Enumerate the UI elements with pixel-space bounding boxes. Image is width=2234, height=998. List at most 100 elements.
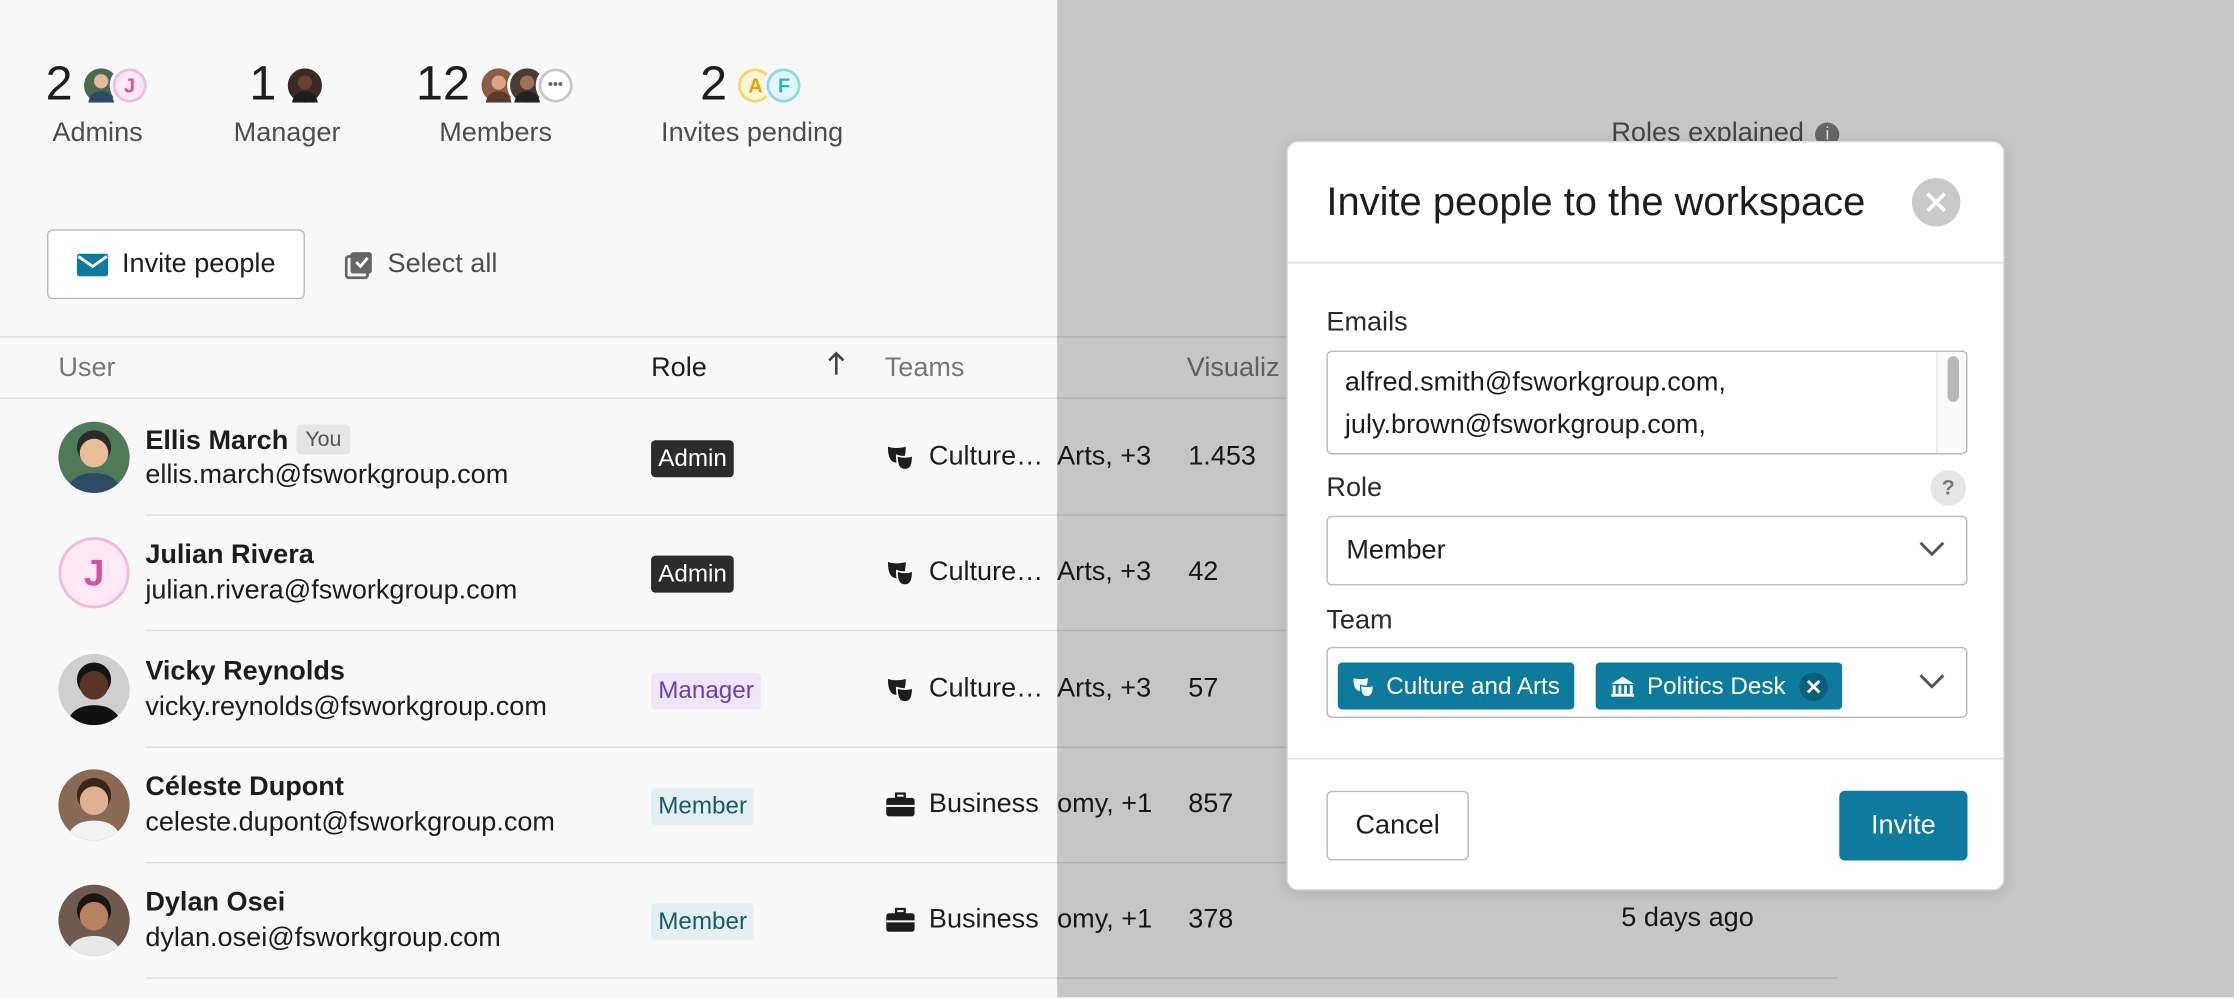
user-email: celeste.dupont@fsworkgroup.com xyxy=(145,807,555,838)
you-badge: You xyxy=(296,424,350,455)
team-label: Team xyxy=(1326,605,1393,636)
user-email: dylan.osei@fsworkgroup.com xyxy=(145,923,501,954)
user-name-text: Dylan Osei xyxy=(145,887,286,918)
stat-count: 1 xyxy=(249,56,277,112)
select-all-label: Select all xyxy=(387,248,498,279)
column-teams[interactable]: Teams xyxy=(885,338,965,401)
invite-people-label: Invite people xyxy=(121,248,276,279)
team-cell[interactable]: Culture… xyxy=(886,673,1043,704)
user-name-text: Vicky Reynolds xyxy=(145,656,345,687)
team-cell[interactable]: Culture… xyxy=(886,557,1043,588)
user-name-text: Julian Rivera xyxy=(145,540,314,571)
more-icon: ••• xyxy=(535,64,576,105)
role-select-value: Member xyxy=(1346,535,1446,566)
user-name: Céleste Dupont xyxy=(145,772,344,803)
workspace-users-page: 2 J Admins 1 Manager 12 ••• Members 2 A … xyxy=(0,0,2234,998)
theater-masks-icon xyxy=(887,562,914,587)
user-name: Ellis March You xyxy=(145,424,350,458)
user-name: Julian Rivera xyxy=(145,540,314,571)
modal-title: Invite people to the workspace xyxy=(1326,179,1866,224)
avatar: F xyxy=(764,64,805,105)
team-name: Culture… xyxy=(928,673,1044,704)
briefcase-icon xyxy=(886,908,915,933)
chip-label: Culture and Arts xyxy=(1386,671,1560,699)
column-role[interactable]: Role xyxy=(651,338,707,401)
stat-count: 12 xyxy=(416,56,470,112)
avatar xyxy=(58,421,130,493)
close-icon xyxy=(1926,192,1947,213)
team-name: Culture… xyxy=(928,441,1044,472)
user-email: julian.rivera@fsworkgroup.com xyxy=(145,576,518,606)
stat-managers[interactable]: 1 Manager xyxy=(234,57,341,150)
emails-field[interactable]: alfred.smith@fsworkgroup.com, july.brown… xyxy=(1326,350,1968,455)
emails-label: Emails xyxy=(1326,307,1408,338)
stat-label: Admins xyxy=(52,118,143,149)
email-entry: july.brown@fsworkgroup.com, xyxy=(1344,410,1706,441)
theater-masks-icon xyxy=(1353,677,1375,697)
role-badge: Member xyxy=(651,903,755,941)
column-user[interactable]: User xyxy=(58,338,115,401)
avatar: J xyxy=(58,537,130,609)
stat-admins[interactable]: 2 J Admins xyxy=(46,57,150,150)
stat-count: 2 xyxy=(45,56,73,112)
team-cell[interactable]: Business xyxy=(886,789,1039,820)
close-button[interactable] xyxy=(1911,178,1961,227)
divider xyxy=(1287,757,2004,760)
user-name-text: Ellis March xyxy=(145,425,289,456)
team-chip-culture-and-arts: Culture and Arts xyxy=(1337,662,1575,710)
avatar-stack xyxy=(284,64,325,105)
stat-label: Manager xyxy=(233,118,341,149)
briefcase-icon xyxy=(886,792,915,817)
role-badge: Admin xyxy=(651,440,734,478)
role-badge: Member xyxy=(651,787,755,825)
team-name: Business xyxy=(928,904,1039,935)
team-chip-politics-desk: Politics Desk xyxy=(1595,662,1843,710)
team-select[interactable]: Culture and Arts Politics Desk xyxy=(1326,646,1968,719)
team-cell[interactable]: Business xyxy=(886,905,1039,936)
user-email: ellis.march@fsworkgroup.com xyxy=(145,460,509,491)
mail-icon xyxy=(76,252,108,276)
user-name: Dylan Osei xyxy=(145,888,285,919)
role-select[interactable]: Member xyxy=(1326,515,1968,586)
invite-modal: Invite people to the workspace Emails al… xyxy=(1286,141,2005,891)
stat-label: Members xyxy=(439,118,553,149)
stat-count: 2 xyxy=(700,56,728,112)
chip-label: Politics Desk xyxy=(1646,671,1786,699)
team-name: Culture… xyxy=(928,557,1044,588)
help-icon[interactable]: ? xyxy=(1930,470,1967,506)
cancel-button[interactable]: Cancel xyxy=(1326,790,1469,861)
capitol-icon xyxy=(1611,676,1635,696)
stat-label: Invites pending xyxy=(661,118,844,149)
avatar xyxy=(58,769,130,841)
checkbox-icon xyxy=(344,251,372,279)
role-badge: Admin xyxy=(651,556,734,594)
team-cell[interactable]: Culture… xyxy=(886,442,1043,473)
theater-masks-icon xyxy=(887,446,914,471)
avatar-stack: J xyxy=(81,64,150,105)
divider xyxy=(1287,262,2004,264)
avatar: J xyxy=(109,64,150,105)
email-entry: alfred.smith@fsworkgroup.com, xyxy=(1344,367,1726,398)
team-name: Business xyxy=(928,789,1039,820)
avatar-stack: A F xyxy=(735,64,805,105)
stat-invites-pending[interactable]: 2 A F Invites pending xyxy=(661,57,843,150)
invite-people-button[interactable]: Invite people xyxy=(47,229,305,300)
sort-arrow-icon[interactable] xyxy=(826,338,846,401)
role-label: Role xyxy=(1326,473,1383,503)
scrollbar[interactable] xyxy=(1936,351,1967,454)
scrollbar-thumb[interactable] xyxy=(1947,356,1959,402)
stat-members[interactable]: 12 ••• Members xyxy=(416,56,576,150)
chip-remove-button[interactable] xyxy=(1799,671,1829,701)
invite-button[interactable]: Invite xyxy=(1839,790,1968,861)
chevron-down-icon xyxy=(1919,541,1945,557)
chevron-down-icon[interactable] xyxy=(1918,671,1946,691)
role-badge: Manager xyxy=(651,671,761,709)
theater-masks-icon xyxy=(887,678,914,703)
avatar xyxy=(58,885,130,957)
select-all-button[interactable]: Select all xyxy=(344,232,498,296)
avatar xyxy=(58,653,130,725)
user-name: Vicky Reynolds xyxy=(145,656,345,687)
avatar xyxy=(284,64,325,105)
avatar-stack: ••• xyxy=(478,64,576,105)
user-email: vicky.reynolds@fsworkgroup.com xyxy=(145,691,547,722)
